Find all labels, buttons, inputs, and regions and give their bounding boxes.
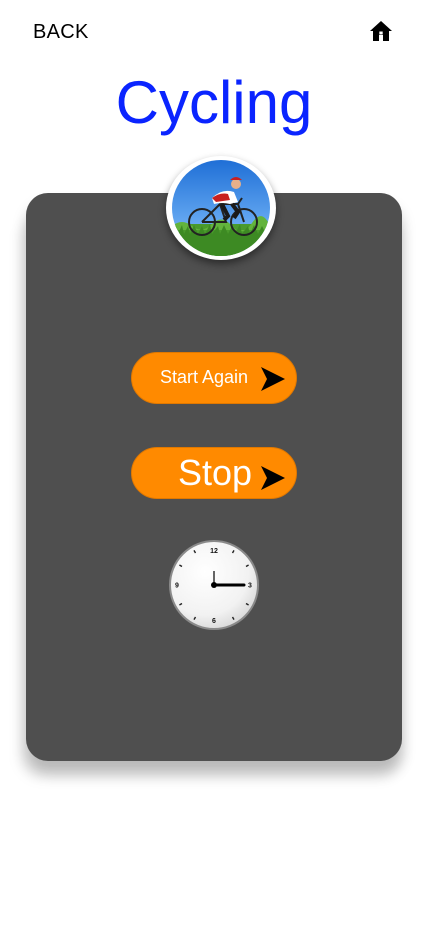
clock-number-6: 6	[212, 618, 216, 625]
start-again-button[interactable]: Start Again	[131, 352, 297, 404]
clock-number-12: 12	[210, 548, 218, 555]
clock-number-9: 9	[175, 583, 179, 590]
clock-number-3: 3	[248, 583, 252, 590]
page-title: Cycling	[115, 69, 313, 136]
cyclist-photo	[172, 160, 270, 256]
play-arrow-icon	[261, 466, 285, 490]
stop-button[interactable]: Stop	[131, 447, 297, 499]
stop-label: Stop	[178, 452, 253, 493]
back-button[interactable]: BACK	[33, 21, 89, 44]
home-icon[interactable]	[369, 19, 393, 43]
play-arrow-icon	[261, 367, 285, 391]
clock-icon: 12 3 6 9	[169, 540, 259, 630]
start-again-label: Start Again	[160, 367, 249, 387]
workout-avatar	[166, 156, 276, 260]
